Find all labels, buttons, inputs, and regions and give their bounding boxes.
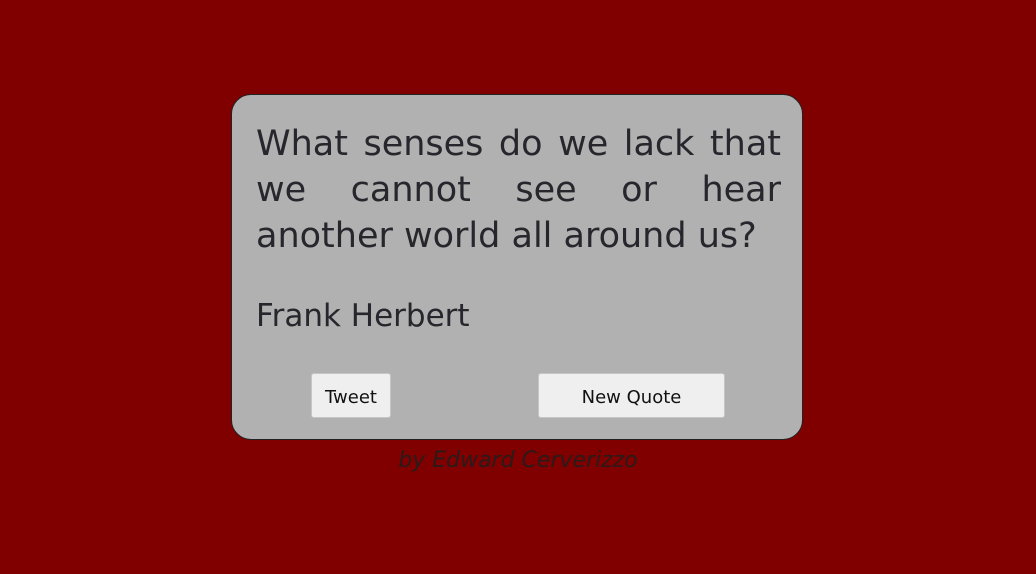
- quote-author: Frank Herbert: [256, 298, 470, 334]
- author-credit: by Edward Cerverizzo: [398, 448, 638, 473]
- new-quote-button[interactable]: New Quote: [538, 373, 725, 418]
- quote-text: What senses do we lack that we cannot se…: [256, 124, 781, 256]
- quote-card: What senses do we lack that we cannot se…: [231, 94, 803, 440]
- tweet-button[interactable]: Tweet: [311, 373, 391, 418]
